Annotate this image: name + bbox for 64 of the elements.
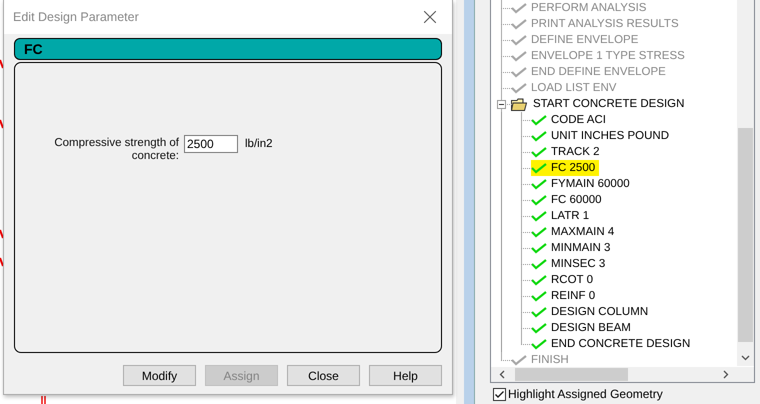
tree-item[interactable]: LOAD LIST ENV (511, 80, 620, 96)
check-icon (511, 18, 527, 30)
tree-item[interactable]: TRACK 2 (531, 144, 604, 160)
tree-item[interactable]: ENVELOPE 1 TYPE STRESS (511, 48, 689, 64)
collapse-toggle[interactable] (497, 100, 506, 109)
vertical-scrollbar[interactable] (737, 0, 754, 366)
check-icon (531, 194, 547, 206)
tree-item[interactable]: FC 2500 (531, 160, 600, 176)
check-icon (511, 354, 527, 366)
check-icon (511, 2, 527, 14)
tree-item[interactable]: DEFINE ENVELOPE (511, 32, 642, 48)
tree-item[interactable]: FINISH (511, 352, 573, 366)
scroll-left-icon[interactable] (499, 370, 505, 379)
scroll-down-icon[interactable] (741, 355, 750, 361)
tree-item[interactable]: PERFORM ANALYSIS (511, 0, 650, 16)
tree-item[interactable]: END CONCRETE DESIGN (531, 336, 694, 352)
input-field[interactable]: 2500 (184, 135, 238, 153)
check-icon (531, 290, 547, 302)
tree-item[interactable]: LATR 1 (531, 208, 594, 224)
check-icon (531, 178, 547, 190)
check-icon (511, 34, 527, 46)
tree-item[interactable]: REINF 0 (531, 288, 600, 304)
check-icon (511, 50, 527, 62)
tree-item[interactable]: MINSEC 3 (531, 256, 610, 272)
close-icon[interactable] (424, 11, 436, 23)
tree-item[interactable]: DESIGN COLUMN (531, 304, 652, 320)
check-icon (531, 226, 547, 238)
check-icon (531, 258, 547, 270)
check-icon (531, 242, 547, 254)
checkbox-icon[interactable] (493, 388, 506, 400)
check-icon (531, 274, 547, 286)
tree-item[interactable]: DESIGN BEAM (531, 320, 635, 336)
tree-item[interactable]: MAXMAIN 4 (531, 224, 618, 240)
unit-label: lb/in2 (245, 138, 272, 150)
parameter-header: FC (14, 38, 442, 60)
check-icon (531, 114, 547, 126)
check-icon (531, 146, 547, 158)
tree-item[interactable]: END DEFINE ENVELOPE (511, 64, 670, 80)
window-title: Edit Design Parameter (13, 10, 139, 24)
tree-item[interactable]: CODE ACI (531, 112, 610, 128)
model-lines-drawing (41, 396, 46, 404)
highlight-checkbox[interactable]: Highlight Assigned Geometry (493, 387, 760, 401)
check-icon (531, 162, 547, 174)
check-icon (531, 130, 547, 142)
tree-item[interactable]: FC 60000 (531, 192, 606, 208)
tree-item[interactable]: START CONCRETE DESIGN (511, 96, 688, 112)
check-icon (531, 322, 547, 334)
check-icon (511, 82, 527, 94)
field-label: Compressive strength of concrete: (53, 137, 179, 163)
tree-item[interactable]: FYMAIN 60000 (531, 176, 634, 192)
tree-item[interactable]: RCOT 0 (531, 272, 597, 288)
horizontal-scrollbar[interactable] (491, 367, 754, 382)
tree-item[interactable]: UNIT INCHES POUND (531, 128, 673, 144)
check-icon (511, 66, 527, 78)
check-icon (531, 210, 547, 222)
check-icon (531, 306, 547, 318)
dialog-button[interactable]: Modify (123, 365, 196, 386)
tree-item[interactable]: MINMAIN 3 (531, 240, 614, 256)
check-icon (531, 338, 547, 350)
folder-icon (511, 98, 527, 110)
dialog-button[interactable]: Close (287, 365, 360, 386)
dialog-button[interactable]: Help (369, 365, 442, 386)
scroll-right-icon[interactable] (723, 370, 729, 379)
tree-item[interactable]: PRINT ANALYSIS RESULTS (511, 16, 683, 32)
